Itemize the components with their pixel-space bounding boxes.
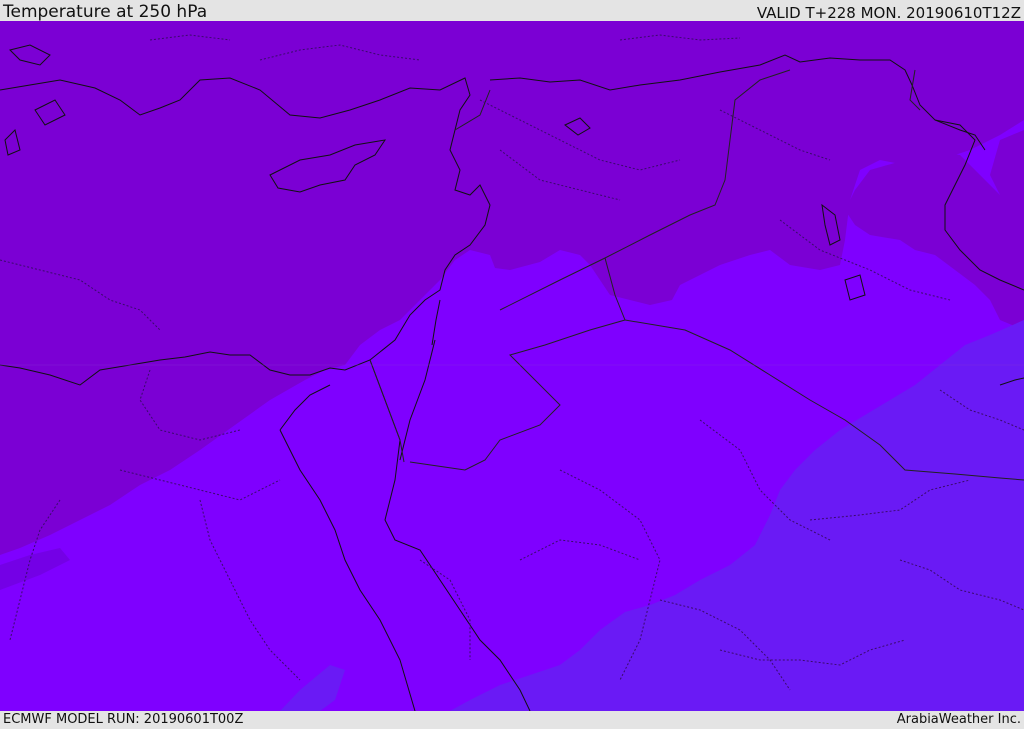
valid-time: VALID T+228 MON. 20190610T12Z [756,4,1021,22]
header-bar: Temperature at 250 hPa VALID T+228 MON. … [0,0,1024,21]
weather-map [0,21,1024,712]
map-title: Temperature at 250 hPa [3,2,208,22]
model-run: ECMWF MODEL RUN: 20190601T00Z [3,712,244,727]
credit-text: ArabiaWeather Inc. [896,712,1021,727]
footer-bar: ECMWF MODEL RUN: 20190601T00Z ArabiaWeat… [0,711,1024,729]
